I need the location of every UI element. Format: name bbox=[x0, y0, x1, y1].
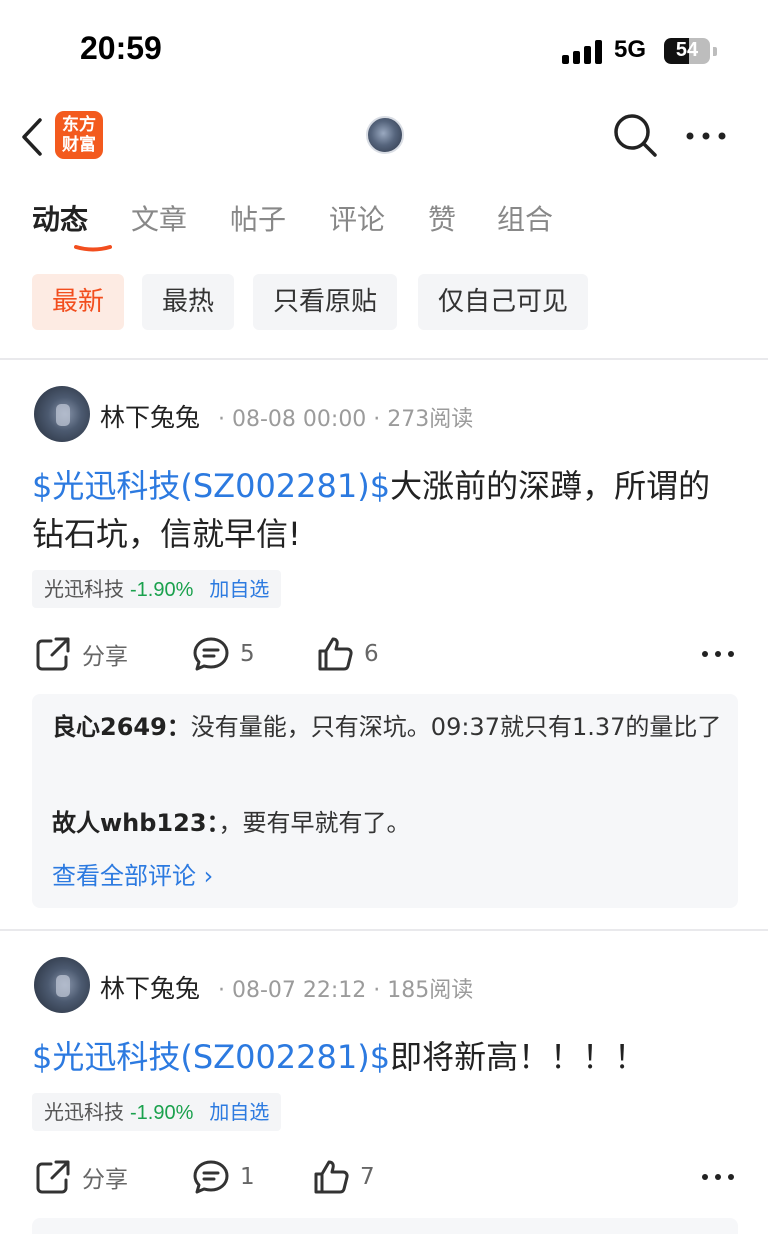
active-tab-indicator bbox=[74, 245, 112, 252]
share-label: 分享 bbox=[82, 644, 128, 670]
comment-button[interactable]: 5 bbox=[192, 634, 255, 674]
post-body: 即将新高！！！！ bbox=[390, 1038, 647, 1076]
share-icon bbox=[36, 1160, 70, 1194]
share-button[interactable]: 分享 bbox=[34, 634, 128, 674]
comment-count: 1 bbox=[240, 1164, 255, 1190]
tab-posts[interactable]: 帖子 bbox=[230, 198, 286, 238]
tab-dynamic[interactable]: 动态 bbox=[32, 198, 88, 238]
battery-level: 54 bbox=[675, 39, 699, 61]
tab-comments[interactable]: 评论 bbox=[329, 198, 385, 238]
author-name[interactable]: 林下兔兔 bbox=[100, 969, 200, 1005]
app-logo: 东方 财富 bbox=[55, 111, 103, 159]
add-watchlist-button[interactable]: 加自选 bbox=[209, 577, 269, 601]
share-button[interactable]: 分享 bbox=[34, 1157, 128, 1197]
comment-author: 良心2649： bbox=[52, 713, 191, 741]
tab-articles[interactable]: 文章 bbox=[131, 198, 187, 238]
author-name[interactable]: 林下兔兔 bbox=[100, 398, 200, 434]
comment-preview: 良心2649：没有量能，只有深坑。09:37就只有1.37的量比了 故人whb1… bbox=[32, 694, 738, 908]
post-text[interactable]: $光迅科技(SZ002281)$即将新高！！！！ bbox=[32, 1033, 732, 1081]
like-button[interactable]: 7 bbox=[312, 1157, 375, 1197]
status-bar: 20:59 5G 54 bbox=[0, 0, 768, 100]
post-more-icon[interactable] bbox=[700, 1159, 736, 1195]
back-chevron-icon bbox=[22, 118, 42, 156]
comment-item[interactable]: 故人whb123：，要有早就有了。 bbox=[52, 804, 722, 842]
tab-likes[interactable]: 赞 bbox=[428, 198, 456, 238]
author-avatar[interactable] bbox=[34, 957, 90, 1013]
stock-tag-name: 光迅科技 bbox=[44, 577, 124, 601]
like-count: 6 bbox=[364, 641, 379, 667]
stock-link[interactable]: $光迅科技(SZ002281)$ bbox=[32, 1038, 390, 1076]
tab-portfolio[interactable]: 组合 bbox=[497, 198, 553, 238]
signal-icon bbox=[562, 40, 604, 64]
like-icon bbox=[314, 1160, 349, 1194]
comment-author: 故人whb123： bbox=[52, 809, 219, 837]
back-button[interactable] bbox=[16, 116, 48, 158]
stock-tag-change: -1.90% bbox=[130, 1102, 194, 1124]
view-all-comments-link[interactable]: 查看全部评论 › bbox=[52, 856, 213, 891]
filter-hottest[interactable]: 最热 bbox=[142, 274, 235, 330]
author-avatar[interactable] bbox=[34, 386, 90, 442]
more-dots-icon bbox=[686, 132, 726, 140]
stock-tag[interactable]: 光迅科技 -1.90% 加自选 bbox=[32, 570, 282, 608]
comment-icon bbox=[193, 1160, 229, 1194]
like-button[interactable]: 6 bbox=[316, 634, 379, 674]
filter-private-only[interactable]: 仅自己可见 bbox=[418, 274, 589, 330]
profile-avatar[interactable] bbox=[366, 116, 404, 154]
logo-text-line2: 财富 bbox=[62, 135, 96, 155]
comment-text: ，要有早就有了。 bbox=[218, 809, 411, 837]
comment-icon bbox=[193, 637, 229, 671]
more-button[interactable] bbox=[684, 118, 728, 154]
stock-tag-change: -1.90% bbox=[130, 579, 194, 601]
stock-link[interactable]: $光迅科技(SZ002281)$ bbox=[32, 467, 390, 505]
network-label: 5G bbox=[614, 36, 647, 63]
share-label: 分享 bbox=[82, 1167, 128, 1193]
search-icon bbox=[614, 114, 657, 157]
filter-original-only[interactable]: 只看原贴 bbox=[253, 274, 398, 330]
post-card: 林下兔兔 · 08-07 22:12 · 185阅读 $光迅科技(SZ00228… bbox=[0, 931, 768, 1234]
status-time: 20:59 bbox=[80, 30, 162, 66]
comment-item[interactable]: 良心2649：没有量能，只有深坑。09:37就只有1.37的量比了 bbox=[52, 708, 722, 746]
stock-tag-name: 光迅科技 bbox=[44, 1100, 124, 1124]
logo-text-line1: 东方 bbox=[62, 115, 96, 135]
comment-preview bbox=[32, 1218, 738, 1234]
battery-icon: 54 bbox=[664, 38, 710, 64]
battery-tip bbox=[713, 47, 717, 56]
post-more-icon[interactable] bbox=[700, 636, 736, 672]
search-button[interactable] bbox=[612, 112, 658, 158]
comment-text: 没有量能，只有深坑。09:37就只有1.37的量比了 bbox=[190, 713, 722, 741]
post-card: 林下兔兔 · 08-08 00:00 · 273阅读 $光迅科技(SZ00228… bbox=[0, 360, 768, 930]
comment-count: 5 bbox=[240, 641, 255, 667]
like-icon bbox=[318, 637, 353, 671]
post-meta: · 08-08 00:00 · 273阅读 bbox=[218, 407, 474, 432]
like-count: 7 bbox=[360, 1164, 375, 1190]
filter-latest[interactable]: 最新 bbox=[32, 274, 125, 330]
comment-button[interactable]: 1 bbox=[192, 1157, 255, 1197]
post-meta: · 08-07 22:12 · 185阅读 bbox=[218, 978, 474, 1003]
post-text[interactable]: $光迅科技(SZ002281)$大涨前的深蹲，所谓的钻石坑，信就早信! bbox=[32, 462, 732, 558]
share-icon bbox=[36, 637, 70, 671]
add-watchlist-button[interactable]: 加自选 bbox=[209, 1100, 269, 1124]
stock-tag[interactable]: 光迅科技 -1.90% 加自选 bbox=[32, 1093, 282, 1131]
